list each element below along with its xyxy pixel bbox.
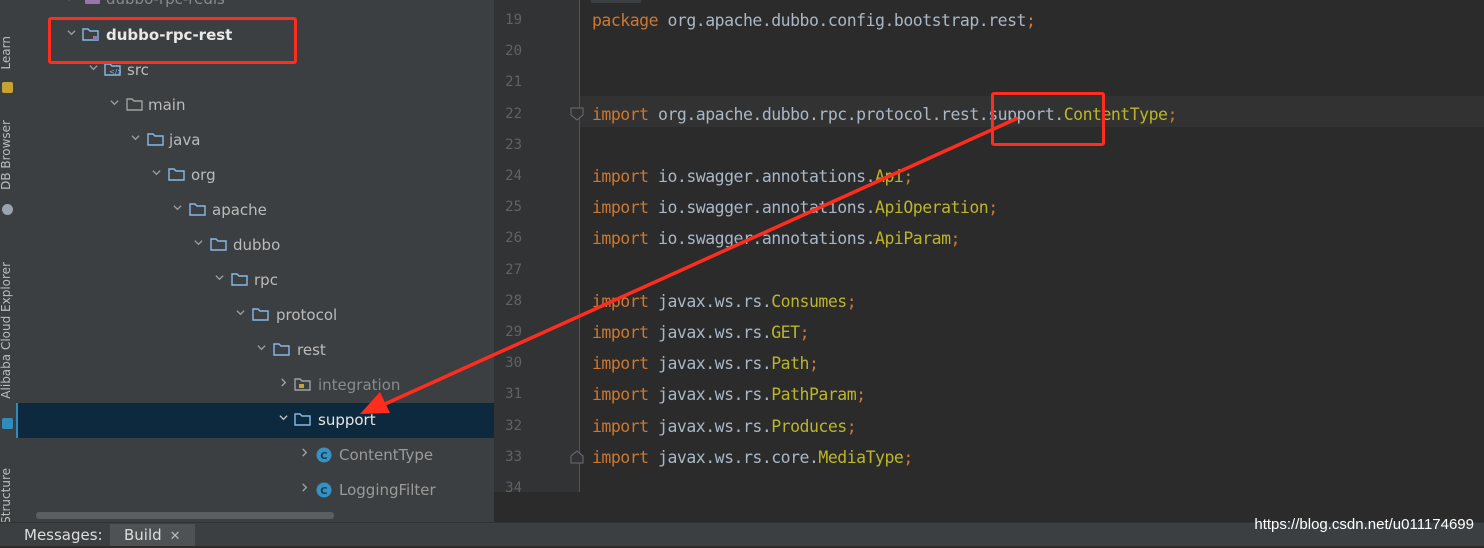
- annotation-arrow-line: [384, 116, 1019, 406]
- annotation-arrow-layer: [360, 116, 1019, 414]
